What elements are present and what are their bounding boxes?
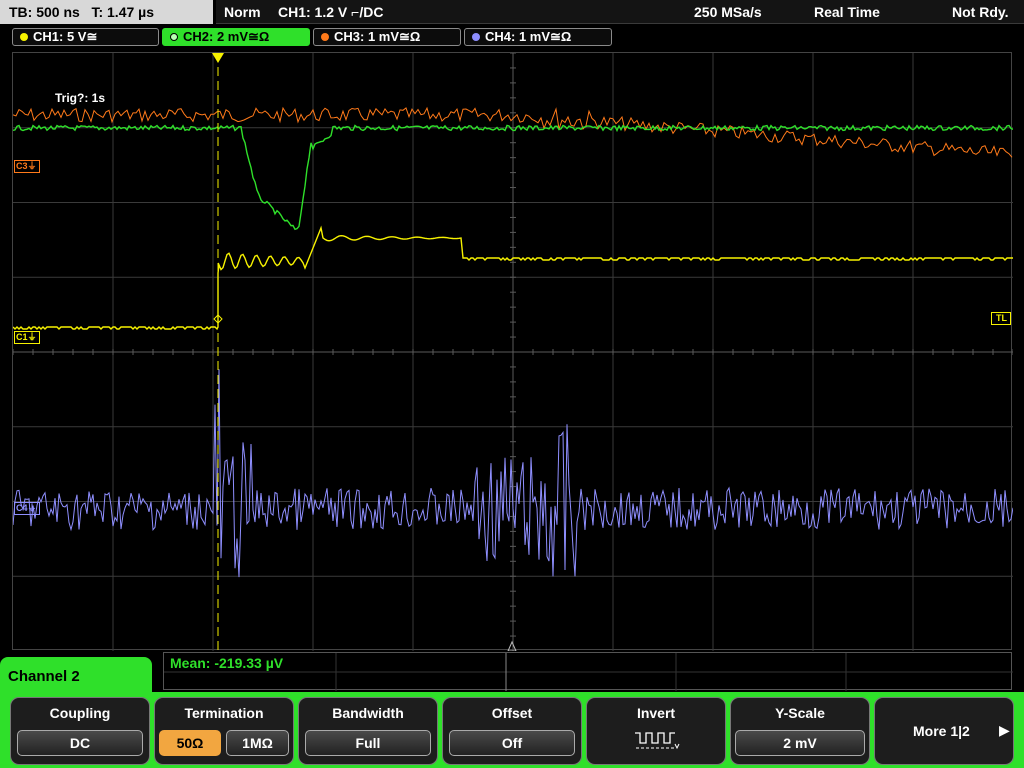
ch3-level-marker[interactable]: C3⏚ xyxy=(14,160,40,173)
acquisition-state: Not Rdy. xyxy=(952,4,1009,20)
offset-title: Offset xyxy=(491,705,533,721)
waveform-display[interactable]: Trig?: 1s C3⏚ C1⏚ C4⏚ TL xyxy=(12,52,1013,651)
y-scale-value[interactable]: 2 mV xyxy=(735,730,865,756)
more-label: More 1|2 xyxy=(913,723,970,739)
acquisition-mode: Real Time xyxy=(814,4,880,20)
trigger-status: Trig?: 1s xyxy=(55,91,106,105)
ch3-marker-label: C3 xyxy=(16,161,28,171)
mean-measurement: Mean: -219.33 µV xyxy=(170,655,284,671)
y-scale-softkey[interactable]: Y-Scale 2 mV xyxy=(730,697,870,765)
bandwidth-title: Bandwidth xyxy=(332,705,404,721)
ch4-color-dot xyxy=(472,33,480,41)
square-wave-invert-icon xyxy=(635,732,680,750)
tab-ch4-label: CH4: 1 mV≅Ω xyxy=(485,29,572,44)
timebase-readout[interactable]: TB: 500 ns T: 1.47 µs xyxy=(0,0,213,24)
ch2-color-dot xyxy=(170,33,178,41)
trigger-level-marker[interactable]: TL xyxy=(991,312,1011,325)
reference-marker xyxy=(507,640,517,651)
sample-rate: 250 MSa/s xyxy=(694,4,762,20)
invert-title: Invert xyxy=(636,705,676,721)
termination-title: Termination xyxy=(184,705,264,721)
ch1-level-marker[interactable]: C1⏚ xyxy=(14,331,40,344)
bandwidth-softkey[interactable]: Bandwidth Full xyxy=(298,697,438,765)
termination-1mohm-option[interactable]: 1MΩ xyxy=(226,730,289,756)
next-page-arrow-icon: ▶ xyxy=(999,722,1010,738)
trigger-status-strip: Norm CH1: 1.2 V ⌐/DC 250 MSa/s Real Time… xyxy=(216,0,1024,24)
coupling-title: Coupling xyxy=(49,705,111,721)
tab-ch1[interactable]: CH1: 5 V≅ xyxy=(12,28,159,46)
ch1-color-dot xyxy=(20,33,28,41)
tab-ch2-label: CH2: 2 mV≅Ω xyxy=(183,29,270,44)
termination-softkey[interactable]: Termination 50Ω 1MΩ xyxy=(154,697,294,765)
waveform-canvas xyxy=(13,53,1013,651)
offset-value[interactable]: Off xyxy=(449,730,575,756)
y-scale-title: Y-Scale xyxy=(775,705,825,721)
tab-ch2[interactable]: CH2: 2 mV≅Ω xyxy=(162,28,310,46)
tab-ch3[interactable]: CH3: 1 mV≅Ω xyxy=(313,28,461,46)
more-softkey[interactable]: More 1|2 ▶ xyxy=(874,697,1014,765)
ch4-marker-label: C4 xyxy=(16,503,28,513)
ch4-level-marker[interactable]: C4⏚ xyxy=(14,502,40,515)
bandwidth-value[interactable]: Full xyxy=(305,730,431,756)
trigger-mode[interactable]: Norm xyxy=(224,0,261,24)
active-channel-tab: Channel 2 xyxy=(0,657,152,699)
coupling-value[interactable]: DC xyxy=(17,730,143,756)
coupling-softkey[interactable]: Coupling DC xyxy=(10,697,150,765)
termination-50ohm-option[interactable]: 50Ω xyxy=(159,730,221,756)
ch1-marker-label: C1 xyxy=(16,332,28,342)
offset-softkey[interactable]: Offset Off xyxy=(442,697,582,765)
status-bar: TB: 500 ns T: 1.47 µs Norm CH1: 1.2 V ⌐/… xyxy=(0,0,1024,24)
ch3-color-dot xyxy=(321,33,329,41)
tab-ch1-label: CH1: 5 V≅ xyxy=(33,29,98,44)
measurement-panel: Mean: -219.33 µV xyxy=(163,652,1013,691)
invert-softkey[interactable]: Invert xyxy=(586,697,726,765)
trigger-source-info[interactable]: CH1: 1.2 V ⌐/DC xyxy=(278,0,383,24)
tab-ch3-label: CH3: 1 mV≅Ω xyxy=(334,29,421,44)
measurement-grid xyxy=(164,653,1013,691)
tab-ch4[interactable]: CH4: 1 mV≅Ω xyxy=(464,28,612,46)
trigger-position-marker[interactable] xyxy=(212,53,224,63)
